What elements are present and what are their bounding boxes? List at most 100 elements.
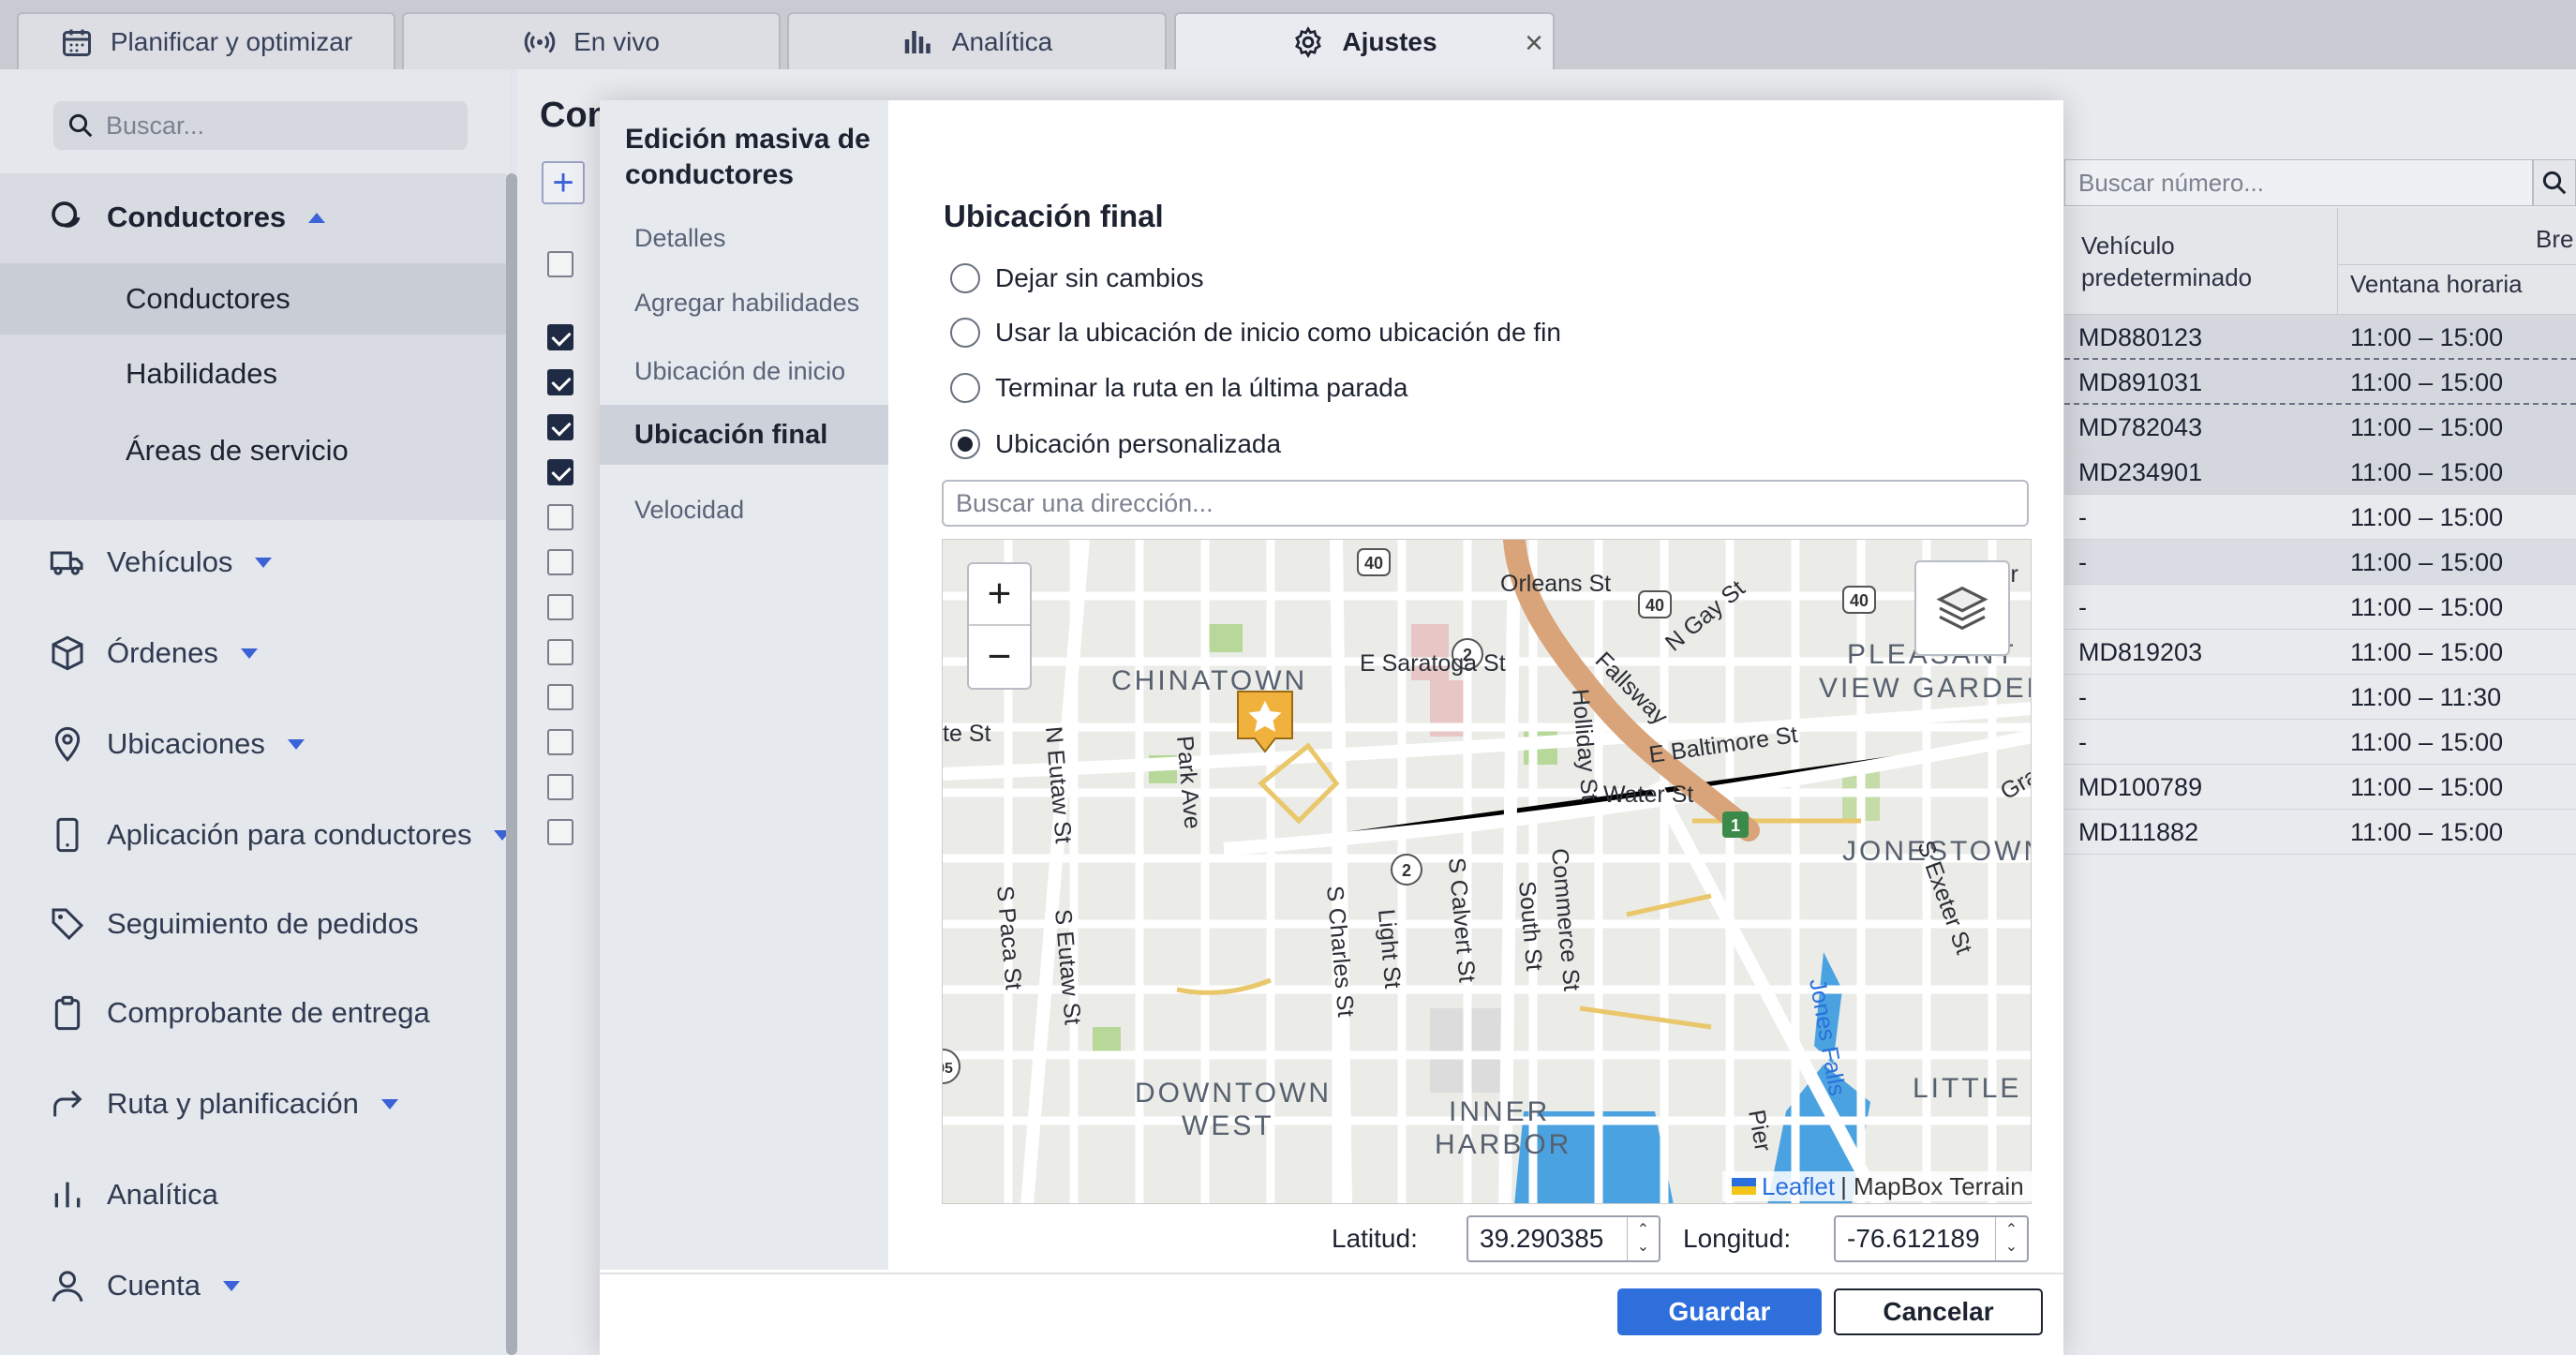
sidebar-item-label: Ubicaciones: [107, 727, 265, 760]
sidebar-scrollbar[interactable]: [506, 173, 517, 1355]
radio-label: Ubicación personalizada: [995, 429, 1282, 458]
row-checkbox[interactable]: [547, 549, 573, 575]
sidebar-item-label: Órdenes: [107, 636, 218, 669]
longitude-input[interactable]: -76.612189 ⌃ ⌄: [1834, 1215, 2029, 1262]
vehicle-cell: MD782043: [2078, 413, 2203, 441]
address-search-input[interactable]: Buscar una dirección...: [942, 480, 2029, 527]
sidebar-item-label: Seguimiento de pedidos: [107, 907, 419, 940]
chevron-up-icon: [308, 212, 326, 223]
time-window-cell: 11:00 – 11:30: [2350, 683, 2502, 711]
number-search-button[interactable]: [2533, 159, 2576, 206]
row-checkbox[interactable]: [547, 684, 573, 710]
location-pin-icon: [54, 726, 81, 762]
sidebar-item-route-planning[interactable]: Ruta y planificación: [49, 1085, 398, 1123]
modal-nav-start-location[interactable]: Ubicación de inicio: [600, 341, 888, 401]
radio-leave-unchanged[interactable]: Dejar sin cambios: [950, 263, 1204, 293]
column-header-window: Ventana horaria: [2350, 270, 2523, 298]
row-checkbox[interactable]: [547, 369, 573, 395]
sidebar-item-analytics[interactable]: Analítica: [49, 1176, 218, 1214]
close-icon[interactable]: ×: [1525, 25, 1543, 62]
time-window-cell: 11:00 – 15:00: [2350, 503, 2504, 531]
vehicle-cell: -: [2078, 683, 2087, 711]
map[interactable]: 40 40 40 2 2 1 95 CHINATOWN PLEASANT VIE…: [942, 539, 2032, 1204]
modal-nav-end-location[interactable]: Ubicación final: [600, 405, 888, 465]
tab-plan-optimize[interactable]: Planificar y optimizar: [17, 12, 395, 69]
sidebar-subitem-drivers[interactable]: Conductores: [0, 263, 506, 335]
section-title: Ubicación final: [944, 199, 1164, 233]
map-canvas[interactable]: 40 40 40 2 2 1 95 CHINATOWN PLEASANT VIE…: [943, 540, 2032, 1204]
time-window-cell: 11:00 – 15:00: [2350, 818, 2504, 846]
row-checkbox[interactable]: [547, 639, 573, 665]
bar-chart-icon: [904, 30, 931, 53]
radio-circle[interactable]: [950, 318, 980, 348]
sidebar-item-locations[interactable]: Ubicaciones: [49, 725, 305, 763]
number-search-placeholder: Buscar número...: [2078, 168, 2264, 197]
sidebar-item-label: Vehículos: [107, 545, 233, 578]
sidebar-subitem-service-areas[interactable]: Áreas de servicio: [0, 415, 506, 486]
time-window-cell: 11:00 – 15:00: [2350, 413, 2504, 441]
sidebar-item-vehicles[interactable]: Vehículos: [49, 543, 273, 581]
search-input[interactable]: Buscar...: [53, 101, 468, 150]
row-checkbox[interactable]: [547, 414, 573, 440]
radio-end-at-last-stop[interactable]: Terminar la ruta en la última parada: [950, 373, 1407, 403]
row-checkbox[interactable]: [547, 324, 573, 350]
row-checkbox[interactable]: [547, 459, 573, 485]
steering-wheel-icon: [52, 201, 81, 228]
sidebar-item-proof-of-delivery[interactable]: Comprobante de entrega: [49, 994, 430, 1032]
save-button[interactable]: Guardar: [1617, 1288, 1822, 1335]
modal-nav-add-skills[interactable]: Agregar habilidades: [600, 273, 888, 333]
tab-label: Analítica: [951, 26, 1053, 56]
select-all-checkbox[interactable]: [547, 251, 573, 277]
search-icon: [68, 113, 93, 138]
longitude-stepper[interactable]: ⌃ ⌄: [1995, 1217, 2027, 1260]
modal-nav-details[interactable]: Detalles: [600, 208, 888, 268]
zoom-out-button[interactable]: −: [969, 626, 1030, 688]
box-icon: [52, 635, 83, 671]
map-label: DOWNTOWN: [1135, 1078, 1332, 1109]
row-checkbox[interactable]: [547, 819, 573, 845]
sidebar-item-drivers[interactable]: Conductores: [49, 199, 326, 236]
sidebar-subitem-skills[interactable]: Habilidades: [0, 338, 506, 409]
highway-shield: 40: [1645, 596, 1664, 615]
sidebar-item-order-tracking[interactable]: Seguimiento de pedidos: [49, 905, 419, 943]
vehicle-cell: MD100789: [2078, 773, 2203, 801]
modal-nav-speed[interactable]: Velocidad: [600, 480, 888, 540]
radio-circle[interactable]: [950, 429, 980, 459]
sidebar-item-driver-app[interactable]: Aplicación para conductores: [49, 816, 512, 854]
latitude-stepper[interactable]: ⌃ ⌄: [1627, 1217, 1659, 1260]
row-checkbox[interactable]: [547, 774, 573, 800]
number-search-input[interactable]: Buscar número...: [2064, 159, 2533, 206]
radio-circle[interactable]: [950, 263, 980, 293]
layers-button[interactable]: [1914, 560, 2010, 656]
radio-circle[interactable]: [950, 373, 980, 403]
vehicle-cell: -: [2078, 593, 2087, 621]
row-checkbox[interactable]: [547, 729, 573, 755]
zoom-in-button[interactable]: +: [969, 564, 1030, 626]
column-header-break: Bre: [2536, 225, 2574, 253]
cancel-button[interactable]: Cancelar: [1834, 1288, 2043, 1335]
radio-label: Dejar sin cambios: [995, 263, 1204, 292]
chevron-down-icon: [287, 738, 305, 750]
vehicle-cell: MD880123: [2078, 323, 2203, 351]
attribution-text: | MapBox Terrain: [1840, 1171, 2024, 1200]
sidebar-item-label: Analítica: [107, 1178, 218, 1211]
map-label: WEST: [1182, 1110, 1274, 1141]
map-label: VIEW GARDENS: [1819, 673, 2032, 704]
tab-label: En vivo: [573, 26, 660, 56]
vehicle-cell: MD819203: [2078, 638, 2203, 666]
tab-live[interactable]: En vivo: [402, 12, 781, 69]
radio-custom-location[interactable]: Ubicación personalizada: [950, 429, 1281, 459]
add-driver-button[interactable]: +: [542, 161, 585, 204]
sidebar-item-account[interactable]: Cuenta: [49, 1267, 240, 1304]
sidebar-item-label: Conductores: [107, 201, 287, 233]
street-label: E Saratoga St: [1360, 650, 1506, 677]
tab-settings[interactable]: Ajustes ×: [1174, 12, 1555, 69]
vehicle-cell: MD234901: [2078, 458, 2203, 486]
tab-analytics[interactable]: Analítica: [787, 12, 1167, 69]
latitude-input[interactable]: 39.290385 ⌃ ⌄: [1467, 1215, 1660, 1262]
radio-use-start-as-end[interactable]: Usar la ubicación de inicio como ubicaci…: [950, 318, 1561, 348]
row-checkbox[interactable]: [547, 504, 573, 530]
row-checkbox[interactable]: [547, 594, 573, 620]
leaflet-link[interactable]: Leaflet: [1762, 1172, 1835, 1201]
sidebar-item-orders[interactable]: Órdenes: [49, 634, 258, 672]
